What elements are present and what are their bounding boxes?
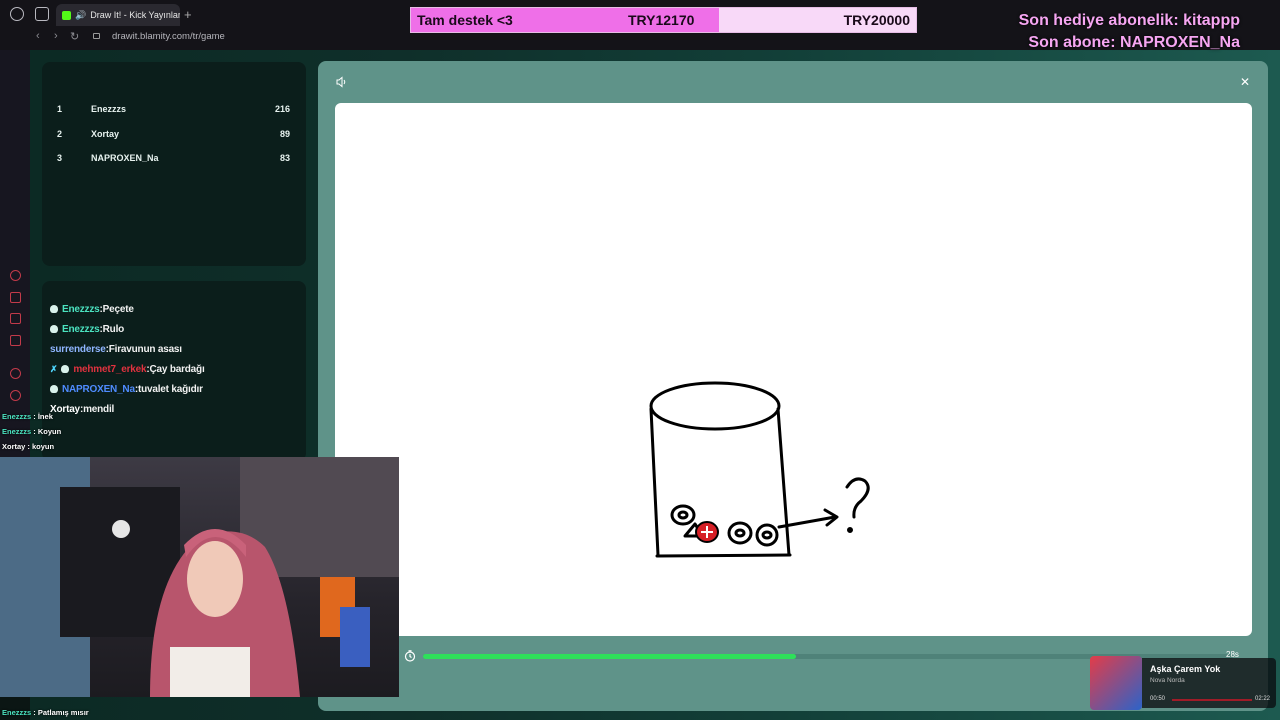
forward-icon[interactable]: › <box>54 30 58 42</box>
song-title: Aşka Çarem Yok <box>1150 664 1221 674</box>
leaderboard-score: 216 <box>274 104 290 114</box>
leaderboard-row: 1 Enezzzs 216 <box>42 104 306 120</box>
now-playing-widget: Aşka Çarem Yok Nova Norda 00:50 02:22 <box>1090 656 1276 712</box>
leaderboard-name: Xortay <box>91 129 120 139</box>
overlay-chat-text: : İnek <box>31 412 53 421</box>
last-sub-text: Son abone: NAPROXEN_Na <box>1028 34 1240 51</box>
close-icon[interactable]: ✕ <box>1240 75 1250 89</box>
chat-text: :mendil <box>79 404 115 415</box>
now-playing-info: Aşka Çarem Yok Nova Norda 00:50 02:22 <box>1142 658 1276 708</box>
clock-icon[interactable] <box>10 390 21 401</box>
overlay-chat-line: Enezzzs : Koyun <box>2 427 61 436</box>
overlay-chat-line: Enezzzs : İnek <box>2 412 53 421</box>
mail-icon[interactable] <box>10 335 21 346</box>
leaderboard-rank: 2 <box>57 129 63 139</box>
overlay-chat-user: Enezzzs <box>2 427 32 436</box>
lock-icon <box>93 33 100 39</box>
leaderboard-name: NAPROXEN_Na <box>91 153 159 163</box>
new-tab-button[interactable]: + <box>184 7 192 22</box>
cat-badge-icon <box>50 305 58 313</box>
chat-text: :Peçete <box>99 304 134 315</box>
pencil-icon[interactable] <box>10 313 21 324</box>
chat-text: :tuvalet kağıdır <box>134 384 203 395</box>
chat-message: NAPROXEN_Na:tuvalet kağıdır <box>50 384 203 395</box>
last-gift-sub-text: Son hediye abonelik: kitappp <box>1018 12 1240 29</box>
speaker-icon[interactable]: 🔊 <box>75 10 86 21</box>
sword-badge-icon: ✗ <box>50 364 58 374</box>
chat-user: Enezzzs <box>62 324 100 335</box>
chat-user: mehmet7_erkek <box>73 364 147 375</box>
bag-icon[interactable] <box>10 292 21 303</box>
chat-message: surrenderse:Firavunun asası <box>50 344 182 355</box>
overlay-chat-user: Enezzzs <box>2 412 32 421</box>
drawing-canvas[interactable] <box>335 103 1252 636</box>
drawing-svg <box>649 381 870 558</box>
leaderboard-row: 2 Xortay 89 <box>42 129 306 145</box>
play-icon[interactable] <box>10 368 21 379</box>
back-icon[interactable]: ‹ <box>36 30 40 42</box>
chat-text: :Firavunun asası <box>105 344 182 355</box>
leaderboard-row: 3 NAPROXEN_Na 83 <box>42 153 306 169</box>
donation-current: TRY12170 <box>628 12 695 28</box>
chat-user: NAPROXEN_Na <box>62 384 135 395</box>
volume-icon[interactable] <box>336 76 348 88</box>
overlay-chat-user: Enezzzs <box>2 708 32 717</box>
chat-user: surrenderse <box>50 344 106 355</box>
webcam-image <box>0 457 399 697</box>
leaderboard-score: 83 <box>279 153 290 163</box>
song-progress-bar <box>1172 699 1252 701</box>
chat-user: Enezzzs <box>62 304 100 315</box>
timer-icon <box>404 650 416 662</box>
round-timer-fill <box>423 654 796 659</box>
overlay-chat-text: : Patlamış mısır <box>31 708 89 717</box>
overlay-chat-text: : koyun <box>25 442 55 451</box>
song-artist: Nova Norda <box>1150 677 1185 684</box>
album-cover <box>1090 656 1142 710</box>
history-icon[interactable] <box>10 270 21 281</box>
donation-goal-label: Tam destek <3 <box>417 12 513 28</box>
chat-user: Xortay <box>50 404 80 415</box>
overlay-chat-line: Xortay : koyun <box>2 442 54 451</box>
guess-chat: Enezzzs:Peçete Enezzzs:Rulo surrenderse:… <box>42 281 306 461</box>
leaderboard: 1 Enezzzs 216 2 Xortay 89 3 NAPROXEN_Na … <box>42 62 306 266</box>
tab-drawit[interactable]: 🔊 Draw It! - Kick Yayınları <box>56 4 180 26</box>
overlay-chat-text: : Koyun <box>31 427 62 436</box>
chat-message: ✗ mehmet7_erkek:Çay bardağı <box>50 364 205 375</box>
donation-goal-bar: Tam destek <3 TRY12170 TRY20000 <box>410 7 917 33</box>
donation-target: TRY20000 <box>843 12 910 28</box>
kick-favicon-icon <box>62 10 71 20</box>
chat-text: :Çay bardağı <box>146 364 205 375</box>
tab-title: Draw It! - Kick Yayınları <box>90 10 180 20</box>
leaderboard-rank: 1 <box>57 104 63 114</box>
chat-text: :Rulo <box>99 324 125 335</box>
webcam-feed <box>0 457 399 697</box>
song-elapsed: 00:50 <box>1150 696 1166 702</box>
address-bar[interactable]: drawit.blamity.com/tr/game <box>112 31 225 42</box>
chat-message: Xortay:mendil <box>50 404 114 415</box>
overlay-chat-line: Enezzzs : Patlamış mısır <box>2 708 89 717</box>
browser-logo-icon[interactable] <box>10 7 24 21</box>
leaderboard-name: Enezzzs <box>91 104 127 114</box>
cat-badge-icon <box>50 325 58 333</box>
chat-message: Enezzzs:Peçete <box>50 304 134 315</box>
leaderboard-score: 89 <box>279 129 290 139</box>
overlay-chat-user: Xortay <box>2 442 26 451</box>
workspaces-icon[interactable] <box>35 7 49 21</box>
browser-sidebar <box>0 50 30 470</box>
chat-message: Enezzzs:Rulo <box>50 324 124 335</box>
reload-icon[interactable]: ↻ <box>70 30 79 43</box>
cat-badge-icon <box>50 385 58 393</box>
leaderboard-rank: 3 <box>57 153 63 163</box>
song-duration: 02:22 <box>1254 696 1270 702</box>
cat-badge-icon <box>61 365 70 373</box>
